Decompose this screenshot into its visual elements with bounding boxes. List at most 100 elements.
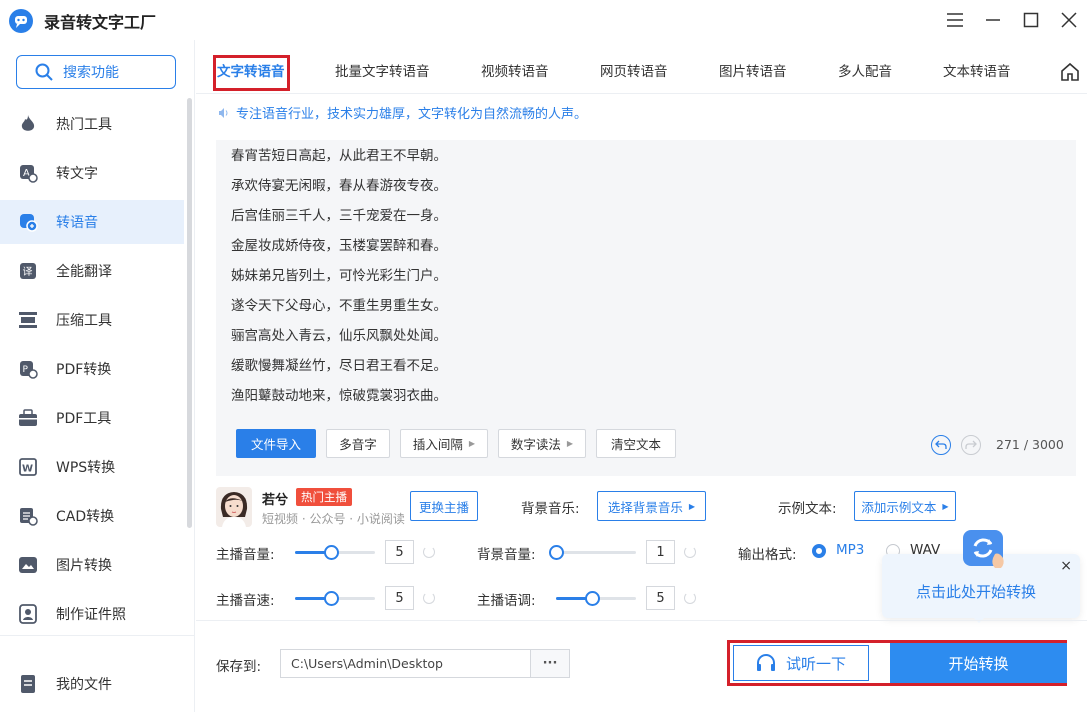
tab-image-to-speech[interactable]: 图片转语音 bbox=[719, 60, 787, 80]
sidebar-item-image-convert[interactable]: 图片转换 bbox=[0, 543, 184, 587]
sidebar-item-pdf-tools[interactable]: PDF工具 bbox=[0, 396, 184, 440]
minimize-icon[interactable] bbox=[981, 8, 1005, 32]
file-icon bbox=[18, 674, 38, 694]
sidebar-item-hot-tools[interactable]: 热门工具 bbox=[0, 102, 184, 146]
preview-listen-button[interactable]: 试听一下 bbox=[733, 645, 869, 681]
slider-track bbox=[556, 551, 636, 554]
close-icon[interactable]: × bbox=[1060, 558, 1072, 574]
sidebar-item-translate[interactable]: 译 全能翻译 bbox=[0, 249, 184, 293]
editor-line: 姊妹弟兄皆列土，可怜光彩生门户。 bbox=[231, 268, 447, 284]
tab-video-to-speech[interactable]: 视频转语音 bbox=[481, 60, 549, 80]
format-mp3-radio[interactable] bbox=[812, 544, 826, 558]
anchor-volume-value[interactable]: 5 bbox=[385, 540, 414, 564]
search-button[interactable]: 搜索功能 bbox=[16, 55, 176, 89]
anchor-speed-slider[interactable] bbox=[295, 591, 375, 606]
pdf-convert-icon: P bbox=[18, 359, 38, 379]
reset-icon[interactable] bbox=[423, 546, 435, 558]
speaker-icon bbox=[219, 107, 228, 118]
insert-pause-label: 插入间隔 bbox=[412, 437, 463, 452]
reset-icon[interactable] bbox=[684, 546, 696, 558]
bg-volume-slider[interactable] bbox=[549, 545, 636, 560]
caret-right-icon: ▶ bbox=[468, 439, 476, 448]
sidebar-item-to-voice[interactable]: 转语音 bbox=[0, 200, 184, 244]
slider-knob[interactable] bbox=[585, 591, 600, 606]
change-anchor-button[interactable]: 更换主播 bbox=[410, 491, 478, 521]
anchor-avatar[interactable] bbox=[216, 487, 252, 527]
sidebar-item-to-text[interactable]: A 转文字 bbox=[0, 151, 184, 195]
output-format-label: 输出格式: bbox=[738, 547, 797, 563]
sidebar-item-label: CAD转换 bbox=[56, 509, 115, 525]
start-tip-text[interactable]: 点击此处开始转换 bbox=[916, 581, 1036, 602]
editor-line: 承欢侍宴无闲暇，春从春游夜专夜。 bbox=[231, 178, 447, 194]
browse-more-button[interactable]: ··· bbox=[530, 649, 570, 678]
caret-right-icon: ▶ bbox=[942, 501, 949, 511]
polyphone-button[interactable]: 多音字 bbox=[326, 429, 390, 458]
close-icon[interactable] bbox=[1057, 8, 1081, 32]
clear-text-label: 清空文本 bbox=[610, 437, 661, 452]
anchor-speed-label: 主播音速: bbox=[216, 593, 275, 609]
title-bar: 录音转文字工厂 bbox=[0, 0, 1087, 40]
maximize-icon[interactable] bbox=[1019, 8, 1043, 32]
tab-multi-voice[interactable]: 多人配音 bbox=[838, 60, 892, 80]
reset-icon[interactable] bbox=[684, 592, 696, 604]
reset-icon[interactable] bbox=[423, 592, 435, 604]
tab-text-to-speech[interactable]: 文字转语音 bbox=[217, 60, 285, 80]
anchor-pitch-value[interactable]: 5 bbox=[646, 586, 675, 610]
save-path-input[interactable]: C:\Users\Admin\Desktop bbox=[280, 649, 531, 678]
anchor-volume-slider[interactable] bbox=[295, 545, 375, 560]
anchor-pitch-label: 主播语调: bbox=[477, 593, 536, 609]
number-read-button[interactable]: 数字读法 ▶ bbox=[498, 429, 586, 458]
redo-icon[interactable] bbox=[961, 435, 981, 455]
sidebar-item-cad-convert[interactable]: CAD转换 bbox=[0, 494, 184, 538]
select-bg-music-label: 选择背景音乐 bbox=[607, 499, 683, 515]
editor-line: 春宵苦短日高起，从此君王不早朝。 bbox=[231, 148, 447, 164]
format-mp3-label: MP3 bbox=[836, 542, 865, 558]
slogan-text: 专注语音行业，技术实力雄厚，文字转化为自然流畅的人声。 bbox=[236, 107, 588, 122]
undo-icon[interactable] bbox=[931, 435, 951, 455]
anchor-pitch-slider[interactable] bbox=[556, 591, 636, 606]
start-convert-button[interactable]: 开始转换 bbox=[890, 643, 1067, 683]
sidebar-item-id-photo[interactable]: 制作证件照 bbox=[0, 592, 184, 636]
app-title: 录音转文字工厂 bbox=[44, 13, 157, 32]
tab-web-to-speech[interactable]: 网页转语音 bbox=[600, 60, 668, 80]
file-import-button[interactable]: 文件导入 bbox=[236, 429, 316, 458]
sidebar-item-wps-convert[interactable]: W WPS转换 bbox=[0, 445, 184, 489]
text-editor[interactable]: 春宵苦短日高起，从此君王不早朝。 承欢侍宴无闲暇，春从春游夜专夜。 后宫佳丽三千… bbox=[216, 140, 1076, 476]
sidebar-item-label: 压缩工具 bbox=[56, 313, 112, 329]
sidebar-scrollbar[interactable] bbox=[187, 98, 192, 528]
insert-pause-button[interactable]: 插入间隔 ▶ bbox=[400, 429, 488, 458]
sidebar-item-label: PDF工具 bbox=[56, 411, 112, 427]
add-sample-text-label: 添加示例文本 bbox=[861, 499, 937, 515]
svg-text:P: P bbox=[23, 365, 29, 375]
clear-text-button[interactable]: 清空文本 bbox=[596, 429, 676, 458]
select-bg-music-button[interactable]: 选择背景音乐 ▶ bbox=[597, 491, 706, 521]
id-photo-icon bbox=[18, 604, 38, 624]
flame-icon bbox=[18, 114, 38, 134]
bottom-divider bbox=[196, 620, 1087, 621]
slider-knob[interactable] bbox=[549, 545, 564, 560]
sidebar-item-pdf-convert[interactable]: P PDF转换 bbox=[0, 347, 184, 391]
home-icon[interactable] bbox=[1060, 62, 1080, 82]
tab-doc-to-speech[interactable]: 文本转语音 bbox=[943, 60, 1011, 80]
save-to-label: 保存到: bbox=[216, 659, 262, 675]
bg-volume-value[interactable]: 1 bbox=[646, 540, 675, 564]
anchor-speed-value[interactable]: 5 bbox=[385, 586, 414, 610]
sidebar-item-compress[interactable]: 压缩工具 bbox=[0, 298, 184, 342]
character-count: 271 / 3000 bbox=[996, 437, 1064, 452]
tab-batch-text-to-speech[interactable]: 批量文字转语音 bbox=[335, 60, 430, 80]
app-window: 录音转文字工厂 搜索功能 热门工具 A 转文字 转语音 译 全能翻译 压缩工具 … bbox=[0, 0, 1087, 712]
compress-icon bbox=[18, 310, 38, 330]
my-files-button[interactable]: 我的文件 bbox=[0, 662, 194, 706]
editor-line: 缓歌慢舞凝丝竹，尽日君王看不足。 bbox=[231, 358, 447, 374]
sidebar-item-label: 转语音 bbox=[56, 215, 98, 231]
menu-icon[interactable] bbox=[943, 8, 967, 32]
sidebar-item-label: 转文字 bbox=[56, 166, 98, 182]
editor-line: 金屋妆成娇侍夜，玉楼宴罢醉和春。 bbox=[231, 238, 447, 254]
svg-text:译: 译 bbox=[23, 266, 33, 278]
editor-line: 后宫佳丽三千人，三千宠爱在一身。 bbox=[231, 208, 447, 224]
slider-knob[interactable] bbox=[324, 591, 339, 606]
add-sample-text-button[interactable]: 添加示例文本 ▶ bbox=[854, 491, 956, 521]
slider-knob[interactable] bbox=[324, 545, 339, 560]
anchor-volume-label: 主播音量: bbox=[216, 547, 275, 563]
search-label: 搜索功能 bbox=[63, 65, 119, 81]
